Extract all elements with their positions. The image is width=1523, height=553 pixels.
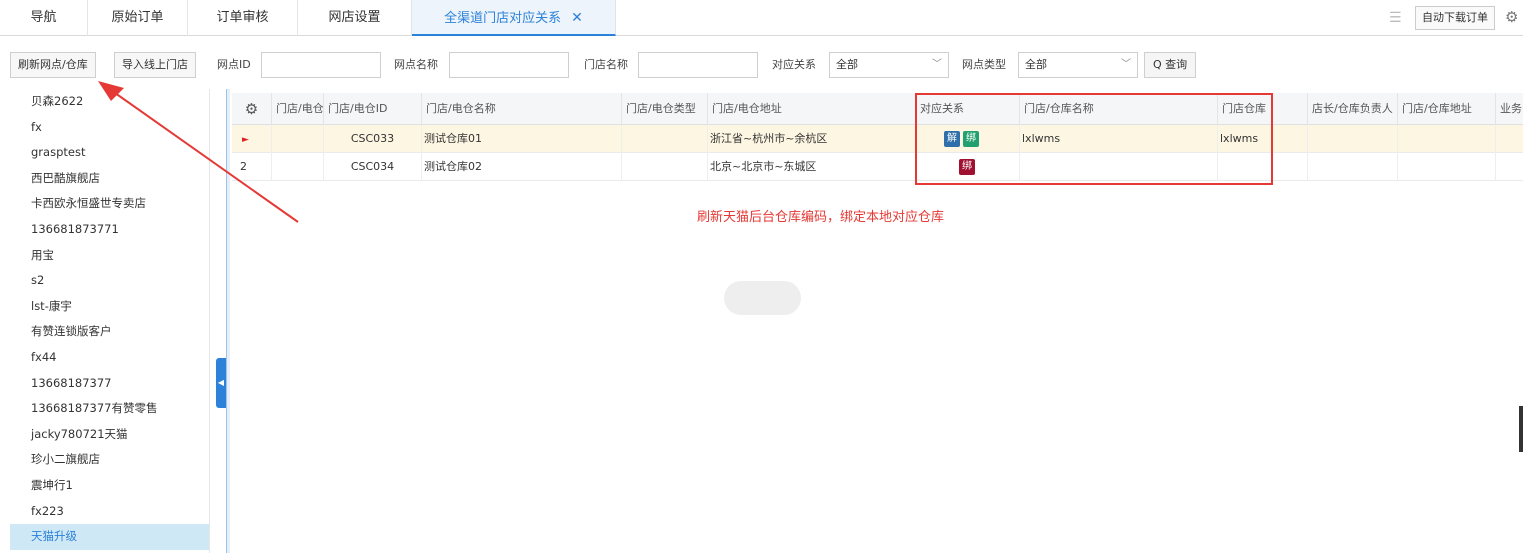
- loading-indicator: [724, 281, 801, 315]
- arrow-shaft: [107, 87, 299, 223]
- annotation-arrow: [98, 81, 299, 223]
- scroll-edge-marker: [1519, 406, 1523, 452]
- arrow-head-icon: [98, 81, 124, 101]
